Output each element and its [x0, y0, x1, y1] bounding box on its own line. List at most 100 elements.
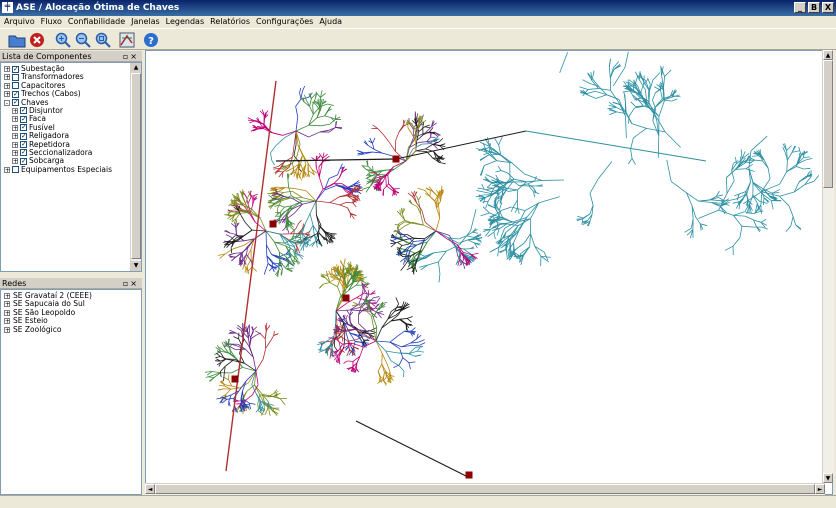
panel-close-icon[interactable]: ×: [130, 279, 139, 288]
map-horizontal-scrollbar[interactable]: ◄ ►: [145, 483, 825, 495]
network-segment: [425, 125, 430, 127]
network-segment: [343, 361, 347, 364]
expand-icon[interactable]: +: [4, 301, 10, 307]
stop-icon[interactable]: [28, 31, 46, 49]
scroll-thumb[interactable]: [131, 73, 141, 259]
map-layers-icon[interactable]: [118, 31, 136, 49]
expand-icon[interactable]: +: [4, 318, 10, 324]
expand-icon[interactable]: +: [4, 66, 10, 72]
close-button[interactable]: X: [822, 2, 834, 13]
expand-icon[interactable]: +: [4, 293, 10, 299]
map-h-thumb[interactable]: [155, 484, 815, 494]
component-checkbox[interactable]: ✓: [12, 66, 19, 73]
expand-icon[interactable]: +: [4, 91, 10, 97]
maximize-button[interactable]: B: [808, 2, 820, 13]
menu-configuracoes[interactable]: Configurações: [256, 16, 313, 28]
network-segment: [787, 152, 792, 160]
component-checkbox[interactable]: ✓: [20, 141, 27, 148]
open-folder-icon[interactable]: [8, 31, 26, 49]
minimize-button[interactable]: _: [794, 2, 806, 13]
expand-icon[interactable]: +: [4, 310, 10, 316]
network-segment: [398, 243, 402, 246]
zoom-in-icon[interactable]: [54, 31, 72, 49]
toolbar: ?: [0, 28, 836, 50]
component-checkbox[interactable]: ✓: [12, 91, 19, 98]
zoom-out-icon[interactable]: [74, 31, 92, 49]
substation-marker: [393, 156, 400, 163]
network-segment: [401, 264, 406, 270]
help-icon[interactable]: ?: [142, 31, 160, 49]
expand-icon[interactable]: +: [12, 150, 18, 156]
expand-icon[interactable]: +: [12, 108, 18, 114]
network-segment: [468, 240, 475, 243]
scroll-down-icon[interactable]: ▼: [823, 473, 833, 483]
network-segment: [389, 142, 395, 151]
network-segment: [787, 160, 788, 171]
network-segment: [733, 212, 744, 216]
expand-icon[interactable]: +: [12, 125, 18, 131]
network-segment: [287, 174, 288, 180]
network-segment: [501, 171, 507, 173]
menu-janelas[interactable]: Janelas: [131, 16, 160, 28]
network-map-canvas[interactable]: [146, 51, 824, 483]
network-segment: [398, 331, 405, 336]
network-segment: [482, 201, 488, 202]
menu-legendas[interactable]: Legendas: [166, 16, 204, 28]
expand-icon[interactable]: +: [12, 142, 18, 148]
network-segment: [599, 89, 611, 91]
expand-icon[interactable]: +: [4, 167, 10, 173]
component-checkbox[interactable]: ✓: [12, 99, 19, 106]
expand-icon[interactable]: +: [4, 83, 10, 89]
network-segment: [270, 153, 271, 161]
network-segment: [655, 89, 660, 93]
network-segment: [672, 99, 678, 101]
scroll-down-icon[interactable]: ▼: [131, 261, 141, 271]
network-segment: [639, 71, 640, 79]
expand-icon[interactable]: -: [4, 100, 10, 106]
component-checkbox[interactable]: ✓: [20, 149, 27, 156]
component-checkbox[interactable]: ✓: [20, 124, 27, 131]
expand-icon[interactable]: +: [12, 133, 18, 139]
network-segment: [733, 215, 741, 226]
component-checkbox[interactable]: ✓: [20, 133, 27, 140]
network-segment: [364, 287, 365, 294]
expand-icon[interactable]: +: [4, 327, 10, 333]
expand-icon[interactable]: +: [12, 158, 18, 164]
scroll-right-icon[interactable]: ►: [815, 484, 825, 494]
menu-relatorios[interactable]: Relatórios: [210, 16, 250, 28]
menu-arquivo[interactable]: Arquivo: [4, 16, 35, 28]
network-segment: [342, 336, 343, 342]
expand-icon[interactable]: +: [12, 116, 18, 122]
component-item[interactable]: +Equipamentos Especiais: [4, 166, 141, 174]
network-segment: [804, 168, 811, 169]
menu-confiabilidade[interactable]: Confiabilidade: [68, 16, 125, 28]
menu-fluxo[interactable]: Fluxo: [41, 16, 62, 28]
network-segment: [310, 201, 316, 214]
network-map[interactable]: [145, 50, 833, 495]
network-segment: [398, 226, 404, 230]
menu-ajuda[interactable]: Ajuda: [319, 16, 342, 28]
network-segment: [319, 284, 323, 288]
network-segment: [436, 218, 440, 231]
component-checkbox[interactable]: [12, 166, 19, 173]
panel-close-icon[interactable]: ×: [130, 52, 139, 61]
component-checkbox[interactable]: [12, 82, 19, 89]
component-checkbox[interactable]: ✓: [20, 116, 27, 123]
network-segment: [480, 155, 488, 160]
scroll-up-icon[interactable]: ▲: [823, 50, 833, 60]
network-item[interactable]: +SE Zoológico: [4, 326, 141, 334]
scroll-up-icon[interactable]: ▲: [131, 63, 141, 73]
network-segment: [796, 167, 803, 169]
scroll-left-icon[interactable]: ◄: [145, 484, 155, 494]
zoom-fit-icon[interactable]: [94, 31, 112, 49]
component-checkbox[interactable]: ✓: [20, 107, 27, 114]
map-v-thumb[interactable]: [823, 60, 833, 188]
network-segment: [736, 157, 737, 164]
component-checkbox[interactable]: [12, 74, 19, 81]
expand-icon[interactable]: +: [4, 74, 10, 80]
map-vertical-scrollbar[interactable]: ▲ ▼: [822, 50, 834, 483]
components-scrollbar[interactable]: ▲ ▼: [130, 63, 141, 271]
component-item[interactable]: +✓Fusível: [4, 124, 141, 132]
network-segment: [248, 120, 256, 121]
network-segment: [609, 67, 610, 78]
